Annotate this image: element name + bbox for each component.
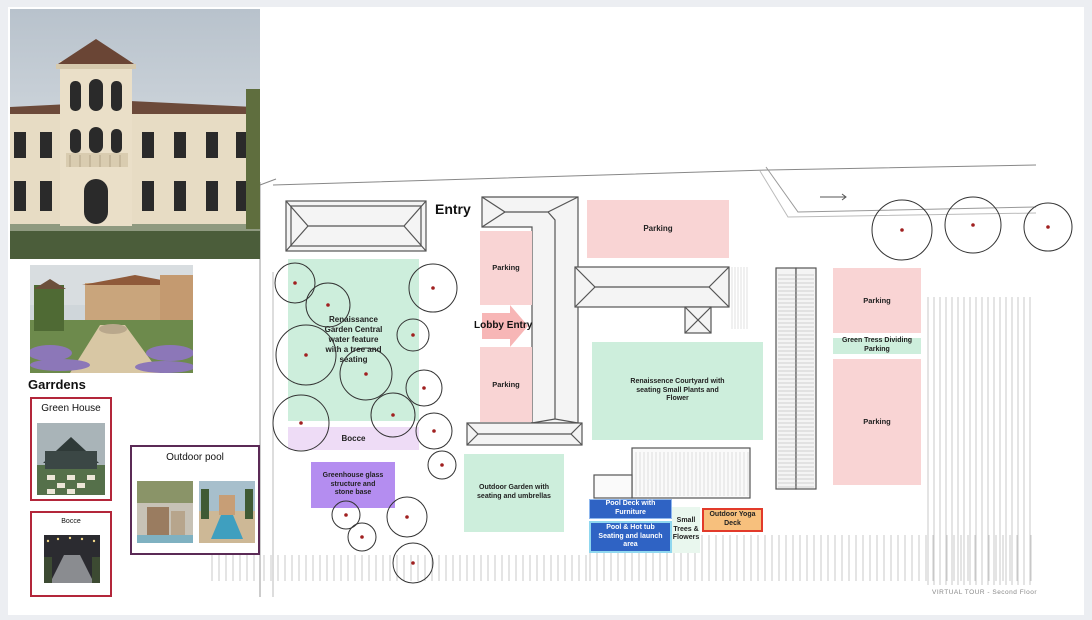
lobby-entry-label: Lobby Entry [474, 320, 533, 331]
arrow-right-icon [482, 305, 528, 347]
site-plan-board: Parking Parking Parking Parking Green Tr… [8, 7, 1084, 615]
